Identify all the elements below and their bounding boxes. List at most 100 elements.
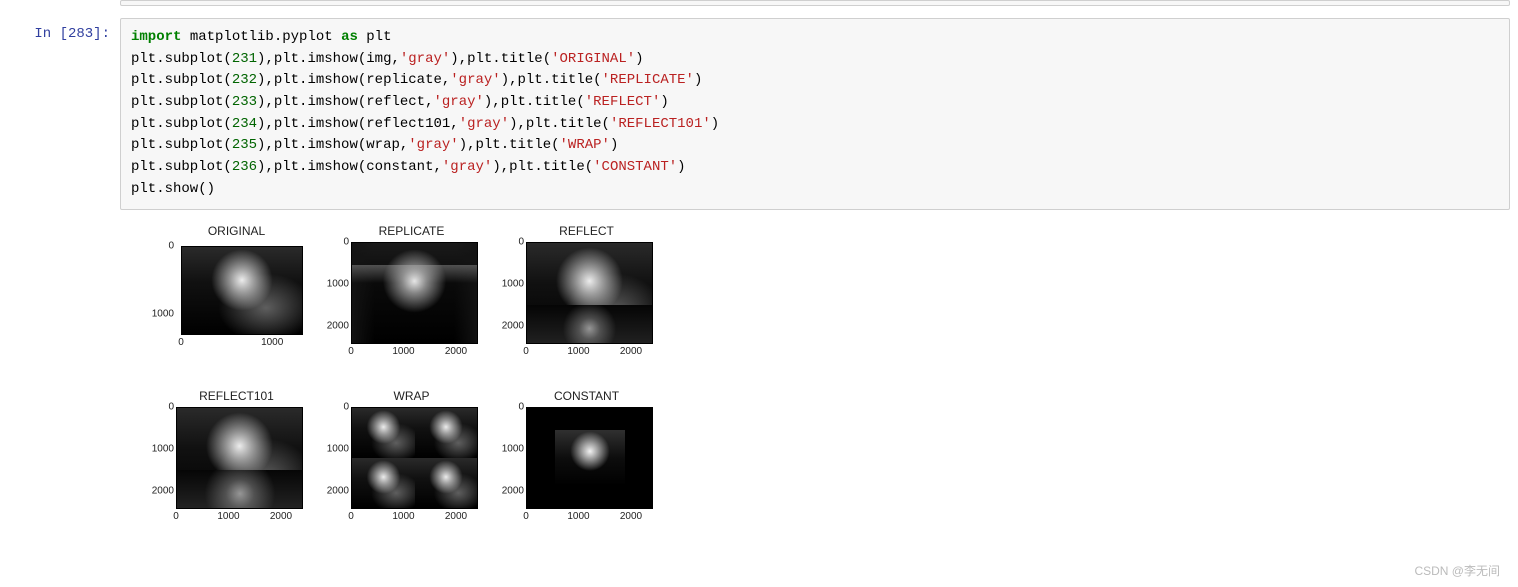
code-text: ),plt.title(: [492, 159, 593, 175]
code-number: 233: [232, 94, 257, 110]
ytick: 1000: [134, 443, 174, 454]
xtick: 1000: [567, 511, 589, 522]
subplot-original: ORIGINAL 0 1000 0 1000: [134, 224, 309, 379]
ytick: 2000: [134, 485, 174, 496]
code-text: ),plt.title(: [484, 94, 585, 110]
ytick: 1000: [309, 443, 349, 454]
code-text: ): [711, 116, 719, 132]
xtick: 1000: [261, 337, 283, 348]
ytick: 1000: [134, 308, 174, 319]
code-text: ),plt.title(: [509, 116, 610, 132]
plot-image: [352, 408, 477, 508]
code-text: ),plt.title(: [459, 137, 560, 153]
xtick: 0: [173, 511, 179, 522]
xtick: 2000: [620, 346, 642, 357]
code-string: 'gray': [433, 94, 483, 110]
xtick: 1000: [392, 511, 414, 522]
keyword-as: as: [341, 29, 358, 45]
code-text: plt.subplot(: [131, 116, 232, 132]
code-text: ): [660, 94, 668, 110]
input-prompt: In [283]:: [0, 18, 120, 42]
code-text: plt: [358, 29, 392, 45]
watermark: CSDN @李无间: [1414, 562, 1500, 579]
code-string: 'WRAP': [560, 137, 610, 153]
ytick: 2000: [484, 485, 524, 496]
ytick: 2000: [484, 320, 524, 331]
xtick: 0: [348, 346, 354, 357]
ytick: 2000: [309, 320, 349, 331]
code-string: 'ORIGINAL': [551, 51, 635, 67]
ytick: 0: [134, 401, 174, 412]
plot-image: [352, 243, 477, 343]
code-number: 236: [232, 159, 257, 175]
matplotlib-output: ORIGINAL 0 1000 0 1000 REPLICATE: [120, 218, 659, 544]
subplot-replicate: REPLICATE 0 1000 2000 0 1000 2000: [309, 224, 484, 379]
code-text: ),plt.title(: [501, 72, 602, 88]
code-string: 'gray': [442, 159, 492, 175]
subplot-reflect: REFLECT 0 1000 2000 0 1000 2000: [484, 224, 659, 379]
ytick: 1000: [484, 443, 524, 454]
ytick: 0: [309, 236, 349, 247]
code-string: 'gray': [408, 137, 458, 153]
code-text: plt.subplot(: [131, 72, 232, 88]
xtick: 0: [523, 511, 529, 522]
xtick: 0: [178, 337, 184, 348]
code-text: ): [610, 137, 618, 153]
ytick: 0: [484, 401, 524, 412]
plot-title: ORIGINAL: [134, 224, 309, 238]
xtick: 1000: [567, 346, 589, 357]
code-string: 'REPLICATE': [602, 72, 694, 88]
subplot-constant: CONSTANT 0 1000 2000 0 1000 2000: [484, 389, 659, 544]
code-text: matplotlib.pyplot: [181, 29, 341, 45]
code-text: ): [635, 51, 643, 67]
code-text: ): [694, 72, 702, 88]
notebook: In [283]: import matplotlib.pyplot as pl…: [0, 0, 1518, 544]
ytick: 1000: [309, 278, 349, 289]
plot-axes: [351, 242, 478, 344]
plot-image: [555, 430, 625, 486]
plot-axes: [181, 246, 303, 335]
code-string: 'CONSTANT': [593, 159, 677, 175]
code-number: 234: [232, 116, 257, 132]
code-text: ),plt.imshow(wrap,: [257, 137, 408, 153]
code-text: ),plt.imshow(img,: [257, 51, 400, 67]
ytick: 1000: [484, 278, 524, 289]
code-string: 'REFLECT': [585, 94, 661, 110]
xtick: 0: [523, 346, 529, 357]
code-text: ),plt.imshow(replicate,: [257, 72, 450, 88]
xtick: 2000: [445, 346, 467, 357]
plot-image: [527, 243, 652, 343]
code-text: plt.show(): [131, 181, 215, 197]
xtick: 2000: [270, 511, 292, 522]
code-input-area[interactable]: import matplotlib.pyplot as plt plt.subp…: [120, 18, 1510, 210]
ytick: 0: [309, 401, 349, 412]
code-string: 'REFLECT101': [610, 116, 711, 132]
subplot-wrap: WRAP 0 1000 2000 0 1000: [309, 389, 484, 544]
plot-axes: [176, 407, 303, 509]
code-text: plt.subplot(: [131, 94, 232, 110]
code-text: ): [677, 159, 685, 175]
xtick: 1000: [392, 346, 414, 357]
code-text: ),plt.title(: [450, 51, 551, 67]
ytick: 0: [484, 236, 524, 247]
code-text: plt.subplot(: [131, 159, 232, 175]
plot-axes: [526, 407, 653, 509]
code-text: ),plt.imshow(reflect101,: [257, 116, 459, 132]
in-label: In: [34, 26, 59, 42]
xtick: 2000: [445, 511, 467, 522]
output-cell: ORIGINAL 0 1000 0 1000 REPLICATE: [0, 218, 1518, 544]
ytick: 2000: [309, 485, 349, 496]
subplot-reflect101: REFLECT101 0 1000 2000 0 1000 2000: [134, 389, 309, 544]
xtick: 1000: [217, 511, 239, 522]
code-number: 231: [232, 51, 257, 67]
code-cell: In [283]: import matplotlib.pyplot as pl…: [0, 18, 1518, 210]
prev-cell-placeholder[interactable]: [120, 0, 1510, 6]
code-string: 'gray': [459, 116, 509, 132]
plot-axes: [351, 407, 478, 509]
code-string: 'gray': [450, 72, 500, 88]
plot-image: [182, 247, 302, 334]
code-number: 235: [232, 137, 257, 153]
plot-axes: [526, 242, 653, 344]
code-number: 232: [232, 72, 257, 88]
ytick: 0: [134, 240, 174, 251]
